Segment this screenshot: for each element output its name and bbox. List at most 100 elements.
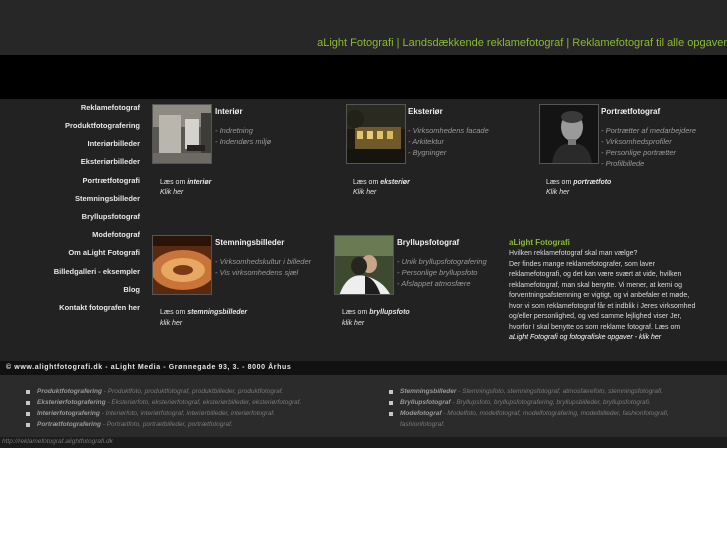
nav-reklamefotograf[interactable]: Reklamefotograf xyxy=(81,103,140,112)
exterior-read-more: Læs om eksteriør xyxy=(353,179,410,186)
portrait-list: - Portrætter af medarbejdere - Virksomhe… xyxy=(601,125,696,169)
bullet-icon xyxy=(26,401,30,405)
seo-item[interactable]: Interiørfotografering - Interiørfoto, in… xyxy=(26,408,356,419)
wedding-title: Bryllupsfotograf xyxy=(397,238,460,247)
alight-link-line[interactable]: aLight Fotografi og fotografiske opgaver… xyxy=(509,333,723,344)
seo-item-keywords: - Bryllupsfoto, bryllupsfotografering, b… xyxy=(450,399,651,406)
portrait-title: Portrætfotograf xyxy=(601,107,661,116)
nav-billedgalleri[interactable]: Billedgalleri - eksempler xyxy=(54,267,140,276)
portrait-klik-her-link[interactable]: Klik her xyxy=(546,189,569,196)
bullet-icon xyxy=(389,412,393,416)
list-item: - Portrætter af medarbejdere xyxy=(601,126,697,135)
footer-bar: © www.alightfotografi.dk - aLight Media … xyxy=(0,361,727,375)
read-more-subject: interiør xyxy=(187,179,212,186)
alight-line: hvorfor I skal benytte os som reklame fo… xyxy=(509,323,681,331)
nav-eksteriorbilleder[interactable]: Eksteriørbilleder xyxy=(81,157,140,166)
seo-item[interactable]: Bryllupsfotograf - Bryllupsfoto, bryllup… xyxy=(389,397,719,408)
seo-item-title: Stemningsbilleder xyxy=(400,388,457,395)
list-item: - Virksomhedsprofiler xyxy=(601,137,672,146)
seo-item-keywords: - Interiørfoto, interiørfotograf, interi… xyxy=(99,410,276,417)
read-more-prefix: Læs om xyxy=(353,179,381,186)
read-more-prefix: Læs om xyxy=(160,179,188,186)
seo-item-title: Portrætfotografering xyxy=(37,421,101,428)
seo-item[interactable]: Modefotograf - Modelfoto, modelfotograf,… xyxy=(389,408,719,419)
list-item: - Personlige bryllupsfoto xyxy=(397,268,478,277)
portrait-read-more: Læs om portrætfoto xyxy=(546,179,611,186)
header: aLight Fotografi | Landsdækkende reklame… xyxy=(0,0,727,55)
list-item: - Virksomhedens facade xyxy=(408,126,489,135)
list-item: - Virksomhedskultur i billeder xyxy=(215,257,312,266)
read-more-prefix: Læs om xyxy=(160,309,188,316)
interior-klik-her-link[interactable]: Klik her xyxy=(160,189,183,196)
footer-copyright: © www.alightfotografi.dk - aLight Media … xyxy=(6,364,292,371)
seo-column-right: Stemningsbilleder - Stemningsfoto, stemn… xyxy=(389,386,719,430)
nav-portraetfotografi[interactable]: Portrætfotografi xyxy=(83,176,141,185)
seo-item[interactable]: Portrætfotografering - Portrætfoto, port… xyxy=(26,419,356,430)
exterior-photo-image xyxy=(347,105,405,163)
portrait-thumbnail[interactable] xyxy=(539,104,599,164)
bullet-icon xyxy=(26,412,30,416)
alight-line: reklamefotografi, og det kan være svært … xyxy=(509,271,682,278)
seo-item-keywords: fashionfotograf. xyxy=(400,421,445,428)
main-content: Reklamefotograf Produktfotografering Int… xyxy=(0,99,727,361)
list-item: - Unik bryllupsfotografering xyxy=(397,257,487,266)
exterior-klik-her-link[interactable]: Klik her xyxy=(353,189,376,196)
wedding-list: - Unik bryllupsfotografering - Personlig… xyxy=(397,256,487,289)
nav-kontakt[interactable]: Kontakt fotografen her xyxy=(59,303,140,312)
alight-intro: aLight Fotografi Hvilken reklamefotograf… xyxy=(509,238,723,344)
read-more-prefix: Læs om xyxy=(546,179,574,186)
interior-photo-image xyxy=(153,105,211,163)
list-item: - Profilbillede xyxy=(601,159,645,168)
read-more-subject: eksteriør xyxy=(380,179,410,186)
list-item: - Arkitektur xyxy=(408,137,444,146)
nav-om-alight[interactable]: Om aLight Fotografi xyxy=(68,248,140,257)
nav-bryllupsfotograf[interactable]: Bryllupsfotograf xyxy=(82,212,140,221)
read-more-subject: stemningsbilleder xyxy=(187,309,248,316)
bullet-icon xyxy=(26,423,30,427)
alight-title: aLight Fotografi xyxy=(509,238,570,247)
mood-klik-her-link[interactable]: klik her xyxy=(160,320,182,327)
mood-read-more: Læs om stemningsbilleder xyxy=(160,309,247,316)
portrait-photo-image xyxy=(540,105,598,163)
alight-line: Hvilken reklamefotograf skal man vælge? xyxy=(509,250,638,257)
alight-line: hvor vi som reklamefotograf får et indbl… xyxy=(509,302,696,310)
status-url: http://reklamefotograf.alightfotografi.d… xyxy=(2,438,113,445)
exterior-thumbnail[interactable] xyxy=(346,104,406,164)
list-item: - Vis virksomhedens sjæl xyxy=(215,268,299,277)
seo-item-continued: fashionfotograf. xyxy=(389,419,719,430)
seo-links: Produktfotografering - Produktfoto, prod… xyxy=(0,375,727,437)
read-more-prefix: Læs om xyxy=(342,309,370,316)
read-more-subject: portrætfoto xyxy=(573,179,612,186)
bullet-icon xyxy=(26,390,30,394)
wedding-photo-image xyxy=(335,236,393,294)
alight-text: Hvilken reklamefotograf skal man vælge? … xyxy=(509,249,723,344)
nav-modefotograf[interactable]: Modefotograf xyxy=(92,230,140,239)
mood-photo-image xyxy=(153,236,211,294)
seo-column-left: Produktfotografering - Produktfoto, prod… xyxy=(26,386,356,430)
mood-title: Stemningsbilleder xyxy=(215,238,285,247)
nav-interiorbilleder[interactable]: Interiørbilleder xyxy=(87,139,140,148)
wedding-klik-her-link[interactable]: klik her xyxy=(342,320,364,327)
nav-blog[interactable]: Blog xyxy=(123,285,140,294)
mood-list: - Virksomhedskultur i billeder - Vis vir… xyxy=(215,256,311,278)
bullet-icon xyxy=(389,390,393,394)
sidebar-nav: Reklamefotograf Produktfotografering Int… xyxy=(0,99,146,361)
wedding-thumbnail[interactable] xyxy=(334,235,394,295)
interior-thumbnail[interactable] xyxy=(152,104,212,164)
mood-thumbnail[interactable] xyxy=(152,235,212,295)
seo-item-keywords: - Eksteriørfoto, eksteriørfotograf, ekst… xyxy=(105,399,302,406)
seo-item[interactable]: Stemningsbilleder - Stemningsfoto, stemn… xyxy=(389,386,719,397)
seo-item-keywords: - Stemningsfoto, stemningsfotograf, atmo… xyxy=(456,388,664,395)
list-item: - Personlige portrætter xyxy=(601,148,677,157)
seo-item-keywords: - Portrætfoto, portrætbilleder, portrætf… xyxy=(100,421,233,428)
seo-item-title: Eksteriørfotografering xyxy=(37,399,106,406)
list-item: - Indendørs miljø xyxy=(215,137,272,146)
list-item: - Indretning xyxy=(215,126,253,135)
exterior-title: Eksteriør xyxy=(408,107,443,116)
list-item: - Afslappet atmosfære xyxy=(397,279,471,288)
seo-item[interactable]: Eksteriørfotografering - Eksteriørfoto, … xyxy=(26,397,356,408)
header-band xyxy=(0,55,727,99)
seo-item[interactable]: Produktfotografering - Produktfoto, prod… xyxy=(26,386,356,397)
nav-stemningsbilleder[interactable]: Stemningsbilleder xyxy=(75,194,140,203)
nav-produktfotografering[interactable]: Produktfotografering xyxy=(65,121,140,130)
